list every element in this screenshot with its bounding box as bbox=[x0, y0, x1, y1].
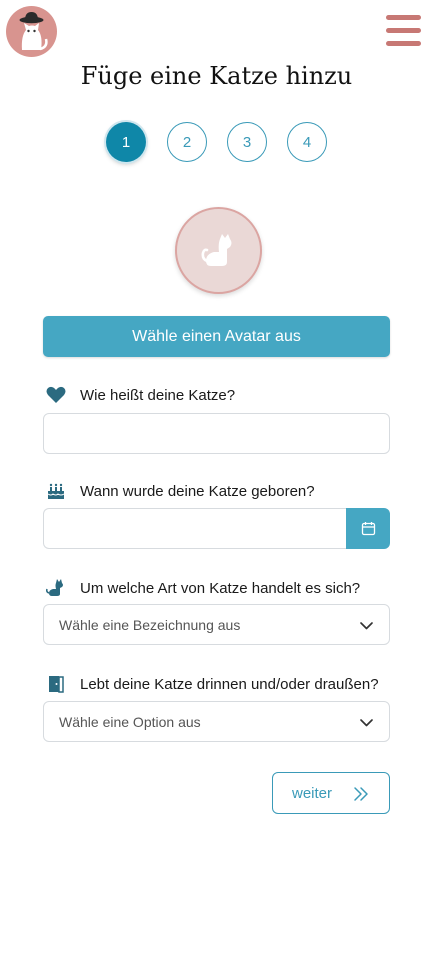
breed-label-row: Um welche Art von Katze handelt es sich? bbox=[44, 577, 360, 599]
name-label: Wie heißt deine Katze? bbox=[80, 386, 236, 404]
step-3[interactable]: 3 bbox=[227, 122, 267, 162]
heart-icon bbox=[44, 384, 68, 406]
step-indicator: 1 2 3 4 bbox=[106, 122, 328, 162]
step-4[interactable]: 4 bbox=[287, 122, 327, 162]
chevron-down-icon bbox=[360, 622, 373, 630]
app-logo[interactable] bbox=[6, 6, 57, 57]
name-label-row: Wie heißt deine Katze? bbox=[44, 384, 235, 406]
cat-icon bbox=[201, 233, 231, 266]
cat-with-hat-icon bbox=[19, 12, 48, 51]
breed-select[interactable]: Wähle eine Bezeichnung aus bbox=[43, 604, 390, 645]
chevron-down-icon bbox=[360, 719, 373, 727]
birth-date-field bbox=[43, 508, 390, 549]
cat-name-input[interactable] bbox=[43, 413, 390, 454]
page-title: Füge eine Katze hinzu bbox=[80, 62, 353, 90]
breed-label: Um welche Art von Katze handelt es sich? bbox=[80, 579, 361, 597]
birth-label: Wann wurde deine Katze geboren? bbox=[80, 482, 315, 500]
living-label-row: Lebt deine Katze drinnen und/oder drauße… bbox=[44, 673, 379, 695]
calendar-button[interactable] bbox=[346, 508, 390, 549]
step-1[interactable]: 1 bbox=[106, 122, 146, 162]
next-button[interactable]: weiter bbox=[272, 772, 390, 814]
choose-avatar-button[interactable]: Wähle einen Avatar aus bbox=[43, 316, 390, 357]
avatar-preview[interactable] bbox=[175, 207, 262, 294]
double-chevron-right-icon bbox=[354, 787, 368, 801]
breed-select-value: Wähle eine Bezeichnung aus bbox=[59, 616, 241, 633]
next-button-label: weiter bbox=[292, 784, 333, 802]
birth-label-row: Wann wurde deine Katze geboren? bbox=[44, 480, 315, 502]
birth-date-input[interactable] bbox=[43, 508, 346, 549]
living-label: Lebt deine Katze drinnen und/oder drauße… bbox=[80, 675, 379, 693]
door-icon bbox=[44, 673, 68, 695]
living-select-value: Wähle eine Option aus bbox=[59, 713, 201, 730]
header bbox=[0, 0, 433, 60]
calendar-icon bbox=[361, 522, 375, 536]
living-select[interactable]: Wähle eine Option aus bbox=[43, 701, 390, 742]
birthday-cake-icon bbox=[44, 480, 68, 502]
cat-icon bbox=[44, 577, 68, 599]
step-2[interactable]: 2 bbox=[167, 122, 207, 162]
hamburger-menu-icon[interactable] bbox=[386, 15, 421, 47]
